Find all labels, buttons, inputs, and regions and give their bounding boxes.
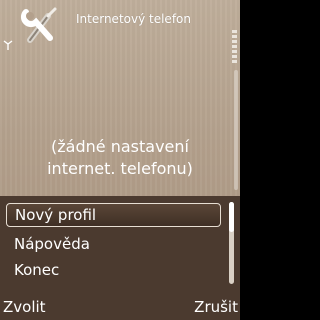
title-bar: Internetový telefon	[0, 0, 240, 50]
battery-indicator	[232, 30, 238, 74]
menu-item-help[interactable]: Nápověda	[6, 232, 221, 256]
app-title: Internetový telefon	[76, 12, 191, 26]
menu-item-exit[interactable]: Konec	[6, 258, 221, 282]
softkey-bar: Zvolit Zrušit	[0, 292, 240, 320]
menu-scrollbar-thumb[interactable]	[229, 202, 234, 232]
cancel-softkey[interactable]: Zrušit	[194, 298, 238, 316]
menu-item-label: Nápověda	[14, 235, 90, 253]
menu-scrollbar[interactable]	[229, 202, 234, 284]
empty-state-line-1: (žádné nastavení	[51, 137, 189, 156]
screen: Internetový telefon (žádné nastavení int…	[0, 0, 240, 320]
options-menu: Nový profil Nápověda Konec	[0, 196, 240, 292]
empty-state-message: (žádné nastavení internet. telefonu)	[0, 136, 240, 180]
antenna-signal-icon	[3, 40, 13, 50]
wrench-screwdriver-icon	[20, 7, 57, 43]
select-softkey[interactable]: Zvolit	[3, 298, 46, 316]
menu-item-label: Konec	[14, 261, 60, 279]
empty-state-line-2: internet. telefonu)	[47, 159, 193, 178]
menu-item-new-profile[interactable]: Nový profil	[6, 203, 221, 227]
menu-item-label: Nový profil	[15, 206, 97, 224]
